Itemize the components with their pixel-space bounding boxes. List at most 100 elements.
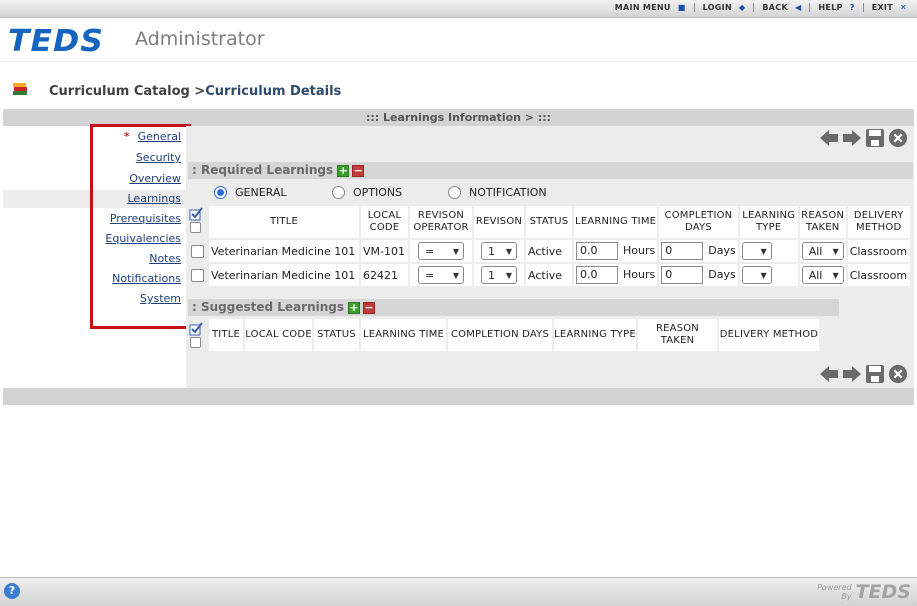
nav-item-general[interactable]: * General: [124, 130, 181, 143]
row-learning-time-cell: 0.0 Hours: [574, 240, 658, 262]
remove-suggested-button[interactable]: −: [363, 301, 375, 314]
suggested-learnings-bar: : Suggested Learnings + −: [188, 299, 839, 316]
row-select-cell: [191, 240, 207, 262]
notification-radio-group: GENERAL OPTIONS NOTIFICATION: [214, 186, 547, 199]
completion-days-input[interactable]: 0: [661, 266, 704, 284]
save-icon[interactable]: [865, 364, 885, 384]
breadcrumb-bar: Curriculum Catalog >Curriculum Details: [0, 61, 917, 109]
previous-arrow-icon[interactable]: [819, 364, 839, 384]
revision-select[interactable]: 1 ▼: [481, 266, 517, 284]
header-learning-type: LEARNING TYPE: [739, 206, 798, 238]
back-label: BACK: [762, 3, 788, 12]
remove-required-button[interactable]: −: [352, 164, 365, 177]
row-delivery-method: Classroom: [847, 264, 910, 286]
left-nav: * General Security Overview Learnings Pre…: [3, 126, 186, 388]
reason-value: All: [808, 244, 823, 258]
close-icon[interactable]: [888, 128, 908, 148]
nav-item-overview[interactable]: Overview: [129, 172, 181, 185]
header-completion-days: COMPLETION DAYS: [448, 319, 552, 351]
row-learning-type-cell: ▼: [739, 264, 798, 286]
help-icon[interactable]: ?: [4, 583, 20, 599]
add-required-button[interactable]: +: [337, 164, 350, 177]
learning-time-input[interactable]: 0.0: [576, 242, 618, 260]
nav-item-learnings[interactable]: Learnings: [3, 190, 186, 208]
radio-general[interactable]: GENERAL: [214, 186, 332, 199]
radio-options-indicator[interactable]: [332, 186, 345, 199]
radio-general-indicator[interactable]: [214, 186, 227, 199]
learning-type-select[interactable]: ▼: [741, 242, 772, 260]
radio-notification[interactable]: NOTIFICATION: [448, 186, 547, 199]
nav-item-equivalencies[interactable]: Equivalencies: [105, 232, 181, 245]
header-title: TITLE: [209, 319, 243, 351]
revision-operator-select[interactable]: = ▼: [418, 266, 464, 284]
table-row[interactable]: Veterinarian Medicine 101 62421 = ▼ 1 ▼ Ac…: [191, 264, 910, 286]
help-icon: ?: [849, 3, 855, 12]
breadcrumb-parent[interactable]: Curriculum Catalog >: [49, 84, 205, 99]
app-subtitle: Administrator: [135, 28, 265, 50]
main-menu-label: MAIN MENU: [614, 3, 671, 12]
table-row[interactable]: Veterinarian Medicine 101 VM-101 = ▼ 1 ▼ A…: [191, 240, 910, 262]
powered-line1: Powered: [817, 583, 852, 592]
radio-options[interactable]: OPTIONS: [332, 186, 448, 199]
row-completion-days-cell: 0 Days: [659, 240, 738, 262]
nav-item-security[interactable]: Security: [136, 151, 181, 164]
row-checkbox[interactable]: [191, 268, 204, 282]
help-link[interactable]: HELP?: [809, 3, 862, 12]
back-arrow-icon: ◀: [794, 3, 802, 12]
learnings-content: : Required Learnings + − GENERAL OPTIONS…: [186, 126, 914, 388]
reason-taken-select[interactable]: All ▼: [801, 266, 844, 284]
main-menu-icon: ■: [677, 3, 686, 12]
next-arrow-icon[interactable]: [842, 128, 862, 148]
learning-time-input[interactable]: 0.0: [576, 266, 618, 284]
header-completion-days: COMPLETION DAYS: [659, 206, 738, 238]
suggested-learnings-table: TITLE LOCAL CODE STATUS LEARNING TIME CO…: [189, 317, 821, 353]
nav-item-system[interactable]: System: [140, 292, 181, 305]
login-label: LOGIN: [702, 3, 732, 12]
teds-logo: TEDS: [8, 24, 105, 59]
nav-item-notifications[interactable]: Notifications: [112, 272, 181, 285]
login-link[interactable]: LOGIN ◆: [693, 3, 754, 12]
next-arrow-icon[interactable]: [842, 364, 862, 384]
row-learning-type-cell: ▼: [739, 240, 798, 262]
operator-value: =: [425, 244, 435, 258]
add-suggested-button[interactable]: +: [348, 301, 360, 314]
revision-operator-select[interactable]: = ▼: [418, 242, 464, 260]
row-checkbox[interactable]: [191, 244, 204, 258]
reason-value: All: [808, 268, 823, 282]
header-title: TITLE: [209, 206, 359, 238]
table-header-row: TITLE LOCAL CODE REVISON OPERATOR REVISO…: [191, 206, 910, 238]
main-menu-link[interactable]: MAIN MENU ■: [607, 3, 694, 12]
header-delivery-method: DELIVERY METHOD: [719, 319, 819, 351]
required-learnings-table: TITLE LOCAL CODE REVISON OPERATOR REVISO…: [189, 204, 912, 288]
close-icon[interactable]: [888, 364, 908, 384]
chevron-down-icon: ▼: [760, 246, 767, 256]
header-reason-taken: REASON TAKEN: [799, 206, 846, 238]
powered-text: Powered By: [817, 583, 851, 601]
reason-taken-select[interactable]: All ▼: [801, 242, 844, 260]
table-header-row: TITLE LOCAL CODE STATUS LEARNING TIME CO…: [191, 319, 819, 351]
learning-type-select[interactable]: ▼: [741, 266, 772, 284]
header-learning-time: LEARNING TIME: [361, 319, 446, 351]
row-status: Active: [526, 240, 572, 262]
nav-item-prerequisites[interactable]: Prerequisites: [110, 212, 181, 225]
powered-line2: By: [841, 592, 852, 601]
nav-item-notes[interactable]: Notes: [149, 252, 181, 265]
required-marker: *: [123, 130, 130, 143]
header-local-code: LOCAL CODE: [361, 206, 408, 238]
row-delivery-method: Classroom: [847, 240, 910, 262]
bottom-toolbar: [819, 364, 908, 384]
row-revision-cell: 1 ▼: [474, 264, 524, 286]
previous-arrow-icon[interactable]: [819, 128, 839, 148]
completion-days-input[interactable]: 0: [661, 242, 704, 260]
radio-general-label: GENERAL: [235, 186, 287, 199]
save-icon[interactable]: [865, 128, 885, 148]
back-link[interactable]: BACK ◀: [753, 3, 809, 12]
exit-link[interactable]: EXIT ✕: [862, 3, 915, 12]
hours-unit: Hours: [623, 268, 656, 281]
radio-notification-indicator[interactable]: [448, 186, 461, 199]
revision-select[interactable]: 1 ▼: [481, 242, 517, 260]
breadcrumb-current: Curriculum Details: [205, 84, 342, 99]
books-icon: [13, 83, 27, 95]
login-icon: ◆: [738, 3, 746, 12]
radio-options-label: OPTIONS: [353, 186, 403, 199]
